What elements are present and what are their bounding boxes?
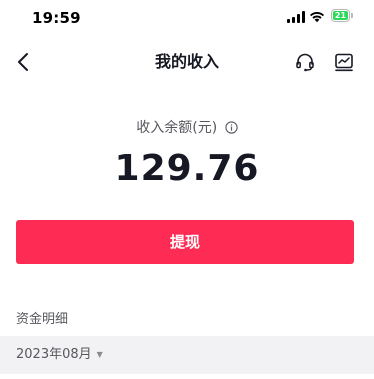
nav-bar: 我的收入 xyxy=(0,40,374,84)
wifi-icon xyxy=(310,12,324,23)
status-bar: 19:59 21 xyxy=(0,0,374,36)
balance-label: 收入余额(元) xyxy=(136,120,218,136)
income-chart-button[interactable] xyxy=(333,51,355,73)
month-selector[interactable]: 2023年08月 ▼ xyxy=(16,336,103,374)
month-label: 2023年08月 xyxy=(16,347,92,362)
customer-service-button[interactable] xyxy=(294,51,316,73)
caret-down-icon: ▼ xyxy=(96,350,103,359)
balance-amount: 129.76 xyxy=(114,148,260,189)
status-time: 19:59 xyxy=(32,9,81,27)
battery-level: 21 xyxy=(333,11,348,20)
balance-label-row: 收入余额(元) xyxy=(0,117,374,137)
fund-details-title: 资金明细 xyxy=(16,312,69,327)
month-filter-bar: 2023年08月 ▼ xyxy=(0,336,374,374)
info-icon[interactable] xyxy=(225,121,238,134)
chevron-left-icon xyxy=(18,53,28,71)
headset-icon xyxy=(296,53,314,72)
battery-icon: 21 xyxy=(331,9,355,23)
withdraw-button[interactable]: 提现 xyxy=(16,220,354,264)
income-page: 19:59 21 我的收入 收入余额(元) 129.76 提现 资金明细 202… xyxy=(0,0,374,379)
page-title: 我的收入 xyxy=(154,52,219,71)
trend-chart-icon xyxy=(335,53,353,72)
back-button[interactable] xyxy=(10,48,38,76)
cellular-signal-icon xyxy=(287,11,305,23)
